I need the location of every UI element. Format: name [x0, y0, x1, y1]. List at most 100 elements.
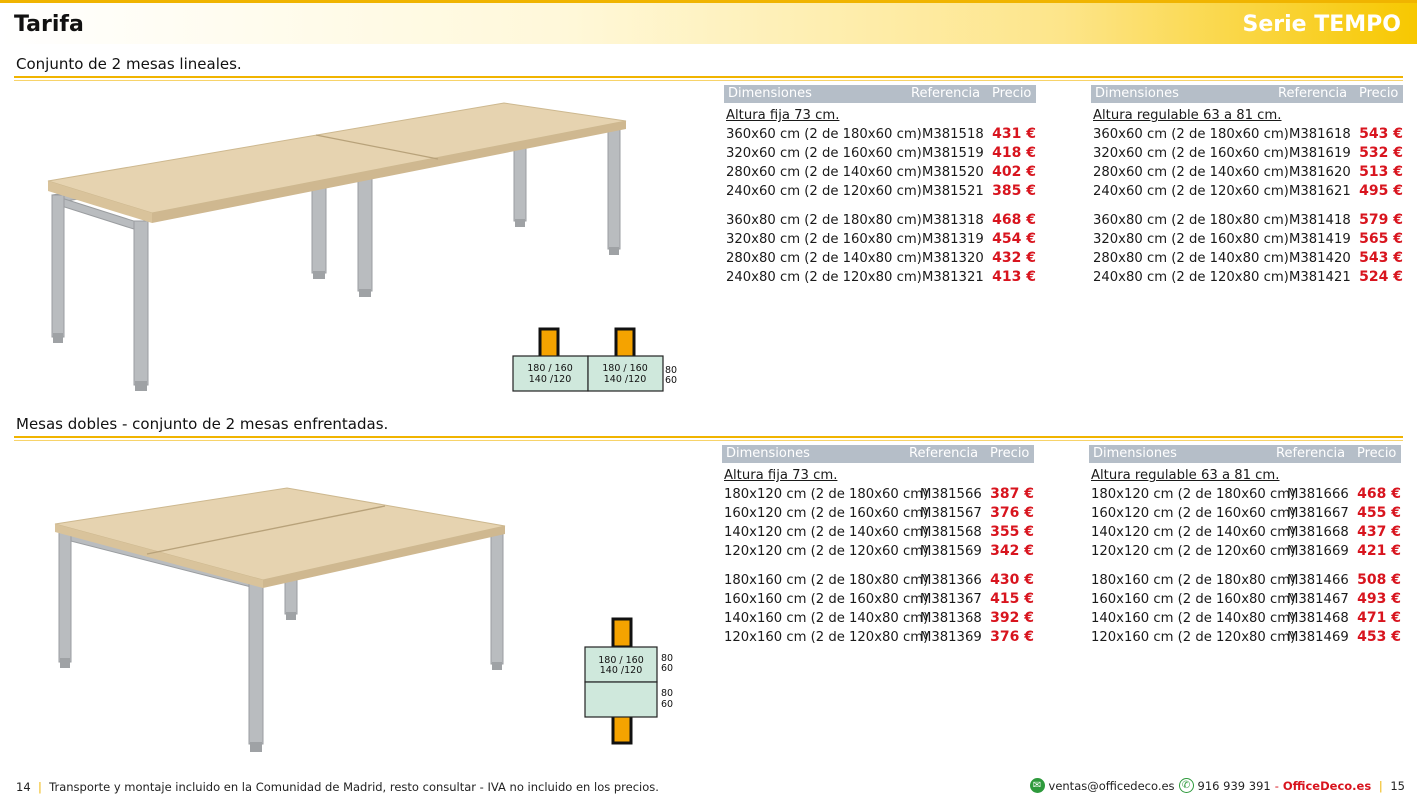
- table-row: 320x80 cm (2 de 160x80 cm) M381319 454 €: [724, 230, 1036, 249]
- row-price: 493 €: [1357, 591, 1401, 607]
- table-row: 320x60 cm (2 de 160x60 cm) M381519 418 €: [724, 144, 1036, 163]
- page-title: Tarifa: [14, 12, 84, 37]
- footer: 14 | Transporte y montaje incluido en la…: [0, 772, 1417, 800]
- row-price: 376 €: [990, 629, 1034, 645]
- row-price: 342 €: [990, 543, 1034, 559]
- series-title: Serie TEMPO: [1242, 12, 1402, 37]
- phone-icon: ✆: [1178, 778, 1194, 793]
- row-dimension: 360x80 cm (2 de 180x80 cm): [1093, 213, 1289, 228]
- row-reference: M381618: [1289, 127, 1351, 142]
- table-row: 180x160 cm (2 de 180x80 cm) M381466 508 €: [1089, 571, 1401, 590]
- row-price: 413 €: [992, 269, 1036, 285]
- layout-depth-a: 80: [661, 688, 673, 699]
- header-precio: Precio: [1359, 86, 1399, 101]
- section-divider: [14, 76, 1403, 78]
- row-reference: M381667: [1287, 506, 1349, 521]
- layout-label-b: 140 /120: [604, 374, 647, 385]
- table-row: 120x160 cm (2 de 120x80 cm) M381369 376 €: [722, 628, 1034, 647]
- header-dimensiones: Dimensiones: [1093, 446, 1177, 461]
- row-reference: M381320: [922, 251, 984, 266]
- table-subtitle: Altura fija 73 cm.: [724, 468, 838, 483]
- table-row: 360x60 cm (2 de 180x60 cm) M381518 431 €: [724, 125, 1036, 144]
- table-subtitle: Altura regulable 63 a 81 cm.: [1091, 468, 1280, 483]
- header-precio: Precio: [1357, 446, 1397, 461]
- table-row: 360x80 cm (2 de 180x80 cm) M381318 468 €: [724, 211, 1036, 230]
- row-price: 355 €: [990, 524, 1034, 540]
- row-dimension: 160x120 cm (2 de 160x60 cm): [724, 506, 929, 521]
- table-row: 140x160 cm (2 de 140x80 cm) M381468 471 €: [1089, 609, 1401, 628]
- row-price: 495 €: [1359, 183, 1403, 199]
- price-table-adjustable-dobles: Dimensiones Referencia Precio Altura reg…: [1089, 445, 1401, 647]
- table-row: 180x120 cm (2 de 180x60 cm) M381666 468 €: [1089, 485, 1401, 504]
- row-reference: M381569: [920, 544, 982, 559]
- row-reference: M381420: [1289, 251, 1351, 266]
- table-row: 280x60 cm (2 de 140x60 cm) M381620 513 €: [1091, 163, 1403, 182]
- table-row: 240x60 cm (2 de 120x60 cm) M381621 495 €: [1091, 182, 1403, 201]
- footer-phone[interactable]: 916 939 391: [1198, 779, 1271, 793]
- footer-left: 14 | Transporte y montaje incluido en la…: [16, 780, 659, 794]
- header-precio: Precio: [992, 86, 1032, 101]
- row-price: 468 €: [992, 212, 1036, 228]
- footer-email[interactable]: ventas@officedeco.es: [1049, 779, 1175, 793]
- row-reference: M381566: [920, 487, 982, 502]
- row-dimension: 180x160 cm (2 de 180x80 cm): [1091, 573, 1296, 588]
- header-dimensiones: Dimensiones: [726, 446, 810, 461]
- row-price: 421 €: [1357, 543, 1401, 559]
- table-header: Dimensiones Referencia Precio: [1091, 85, 1403, 103]
- row-dimension: 160x160 cm (2 de 160x80 cm): [1091, 592, 1296, 607]
- layout-label-a: 180 / 160: [602, 363, 648, 374]
- row-dimension: 160x160 cm (2 de 160x80 cm): [724, 592, 929, 607]
- row-dimension: 320x60 cm (2 de 160x60 cm): [1093, 146, 1289, 161]
- row-price: 455 €: [1357, 505, 1401, 521]
- row-dimension: 120x160 cm (2 de 120x80 cm): [724, 630, 929, 645]
- row-dimension: 140x120 cm (2 de 140x60 cm): [1091, 525, 1296, 540]
- row-reference: M381620: [1289, 165, 1351, 180]
- row-reference: M381367: [920, 592, 982, 607]
- row-price: 402 €: [992, 164, 1036, 180]
- row-reference: M381321: [922, 270, 984, 285]
- layout-label-b: 140 /120: [600, 665, 643, 676]
- row-dimension: 140x120 cm (2 de 140x60 cm): [724, 525, 929, 540]
- layout-label-b: 140 /120: [529, 374, 572, 385]
- price-table-adjustable-lineales: Dimensiones Referencia Precio Altura reg…: [1091, 85, 1403, 287]
- header-referencia: Referencia: [911, 86, 981, 101]
- layout-depth-b: 60: [661, 699, 673, 710]
- table-row: 120x120 cm (2 de 120x60 cm) M381569 342 €: [722, 542, 1034, 561]
- row-price: 415 €: [990, 591, 1034, 607]
- table-row: 160x160 cm (2 de 160x80 cm) M381467 493 €: [1089, 590, 1401, 609]
- row-reference: M381669: [1287, 544, 1349, 559]
- row-reference: M381567: [920, 506, 982, 521]
- table-row: 360x60 cm (2 de 180x60 cm) M381618 543 €: [1091, 125, 1403, 144]
- header-referencia: Referencia: [909, 446, 979, 461]
- row-dimension: 320x80 cm (2 de 160x80 cm): [726, 232, 922, 247]
- table-header: Dimensiones Referencia Precio: [1089, 445, 1401, 463]
- table-row: 280x80 cm (2 de 140x80 cm) M381420 543 €: [1091, 249, 1403, 268]
- row-reference: M381366: [920, 573, 982, 588]
- table-row: 320x60 cm (2 de 160x60 cm) M381619 532 €: [1091, 144, 1403, 163]
- layout-label-a: 180 / 160: [527, 363, 573, 374]
- row-reference: M381369: [920, 630, 982, 645]
- header-precio: Precio: [990, 446, 1030, 461]
- header-referencia: Referencia: [1278, 86, 1348, 101]
- row-price: 392 €: [990, 610, 1034, 626]
- table-header: Dimensiones Referencia Precio: [724, 85, 1036, 103]
- table-row: 240x60 cm (2 de 120x60 cm) M381521 385 €: [724, 182, 1036, 201]
- section-divider-thin: [14, 440, 1403, 441]
- row-price: 524 €: [1359, 269, 1403, 285]
- row-reference: M381619: [1289, 146, 1351, 161]
- row-reference: M381318: [922, 213, 984, 228]
- row-reference: M381469: [1287, 630, 1349, 645]
- row-price: 387 €: [990, 486, 1034, 502]
- table-row: 280x80 cm (2 de 140x80 cm) M381320 432 €: [724, 249, 1036, 268]
- footer-divider: |: [1375, 778, 1387, 793]
- double-desks-illustration: [54, 487, 506, 752]
- header-bar: Tarifa Serie TEMPO: [0, 0, 1417, 44]
- row-reference: M381368: [920, 611, 982, 626]
- row-price: 418 €: [992, 145, 1036, 161]
- row-dimension: 180x160 cm (2 de 180x80 cm): [724, 573, 929, 588]
- row-reference: M381520: [922, 165, 984, 180]
- row-price: 543 €: [1359, 250, 1403, 266]
- row-dimension: 280x60 cm (2 de 140x60 cm): [726, 165, 922, 180]
- brand-link[interactable]: OfficeDeco.es: [1283, 779, 1371, 793]
- table-row: 120x120 cm (2 de 120x60 cm) M381669 421 €: [1089, 542, 1401, 561]
